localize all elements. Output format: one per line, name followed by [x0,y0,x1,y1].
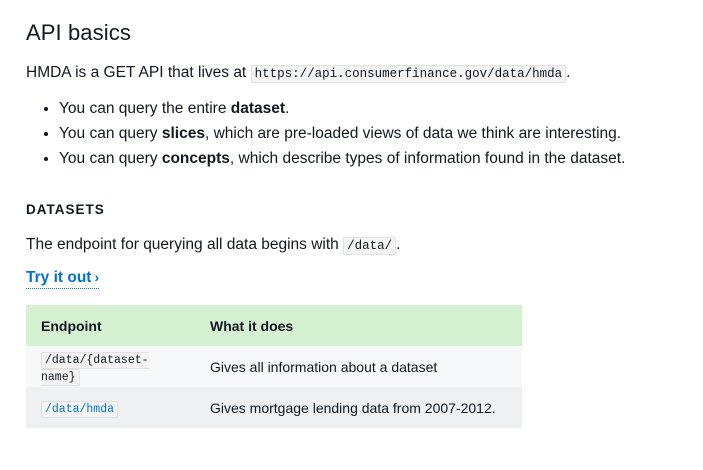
bullet-keyword: dataset [230,100,286,117]
list-item: You can query concepts, which describe t… [59,146,625,171]
bullet-text: You can query [59,150,162,167]
chevron-right-icon: › [94,269,100,285]
datasets-heading: DATASETS [26,202,105,217]
page-title: API basics [26,20,131,45]
bullet-text: , which are pre-loaded views of data we … [204,125,622,142]
column-header-endpoint: Endpoint [41,317,102,334]
intro-paragraph: HMDA is a GET API that lives at https://… [26,62,570,85]
bullet-keyword: slices [161,125,205,142]
intro-prefix: HMDA is a GET API that lives at [26,64,247,81]
list-item: You can query the entire dataset. [59,96,625,121]
bullet-text: You can query [59,125,162,142]
endpoint-code: /data/{dataset-name} [41,351,149,386]
bullet-text: . [285,100,290,117]
bullet-text: , which describe types of information fo… [229,150,626,167]
try-it-out-link[interactable]: Try it out › [26,269,100,289]
intro-suffix: . [566,64,571,81]
try-it-out-label: Try it out [26,269,92,286]
table-header-row: Endpoint What it does [26,305,522,346]
api-base-url: https://api.consumerfinance.gov/data/hmd… [250,65,567,83]
capability-list: You can query the entire dataset. You ca… [26,96,625,171]
description-cell: Gives all information about a dataset [210,358,438,375]
endpoint-table: Endpoint What it does /data/{dataset-nam… [26,305,522,428]
endpoint-cell: /data/{dataset-name} [26,346,195,387]
datasets-base-path: /data/ [343,237,397,255]
list-item: You can query slices, which are pre-load… [59,121,625,146]
endpoint-link[interactable]: /data/hmda [41,401,119,418]
bullet-keyword: concepts [161,150,230,167]
endpoint-cell[interactable]: /data/hmda [26,387,195,428]
datasets-line-suffix: . [396,236,401,253]
datasets-line-prefix: The endpoint for querying all data begin… [26,236,339,253]
bullet-text: You can query the entire [59,100,231,117]
table-row: /data/hmda Gives mortgage lending data f… [26,387,522,428]
datasets-description: The endpoint for querying all data begin… [26,234,400,257]
table-row: /data/{dataset-name} Gives all informati… [26,346,522,387]
column-header-what-it-does: What it does [210,317,294,334]
description-cell: Gives mortgage lending data from 2007-20… [210,399,496,416]
